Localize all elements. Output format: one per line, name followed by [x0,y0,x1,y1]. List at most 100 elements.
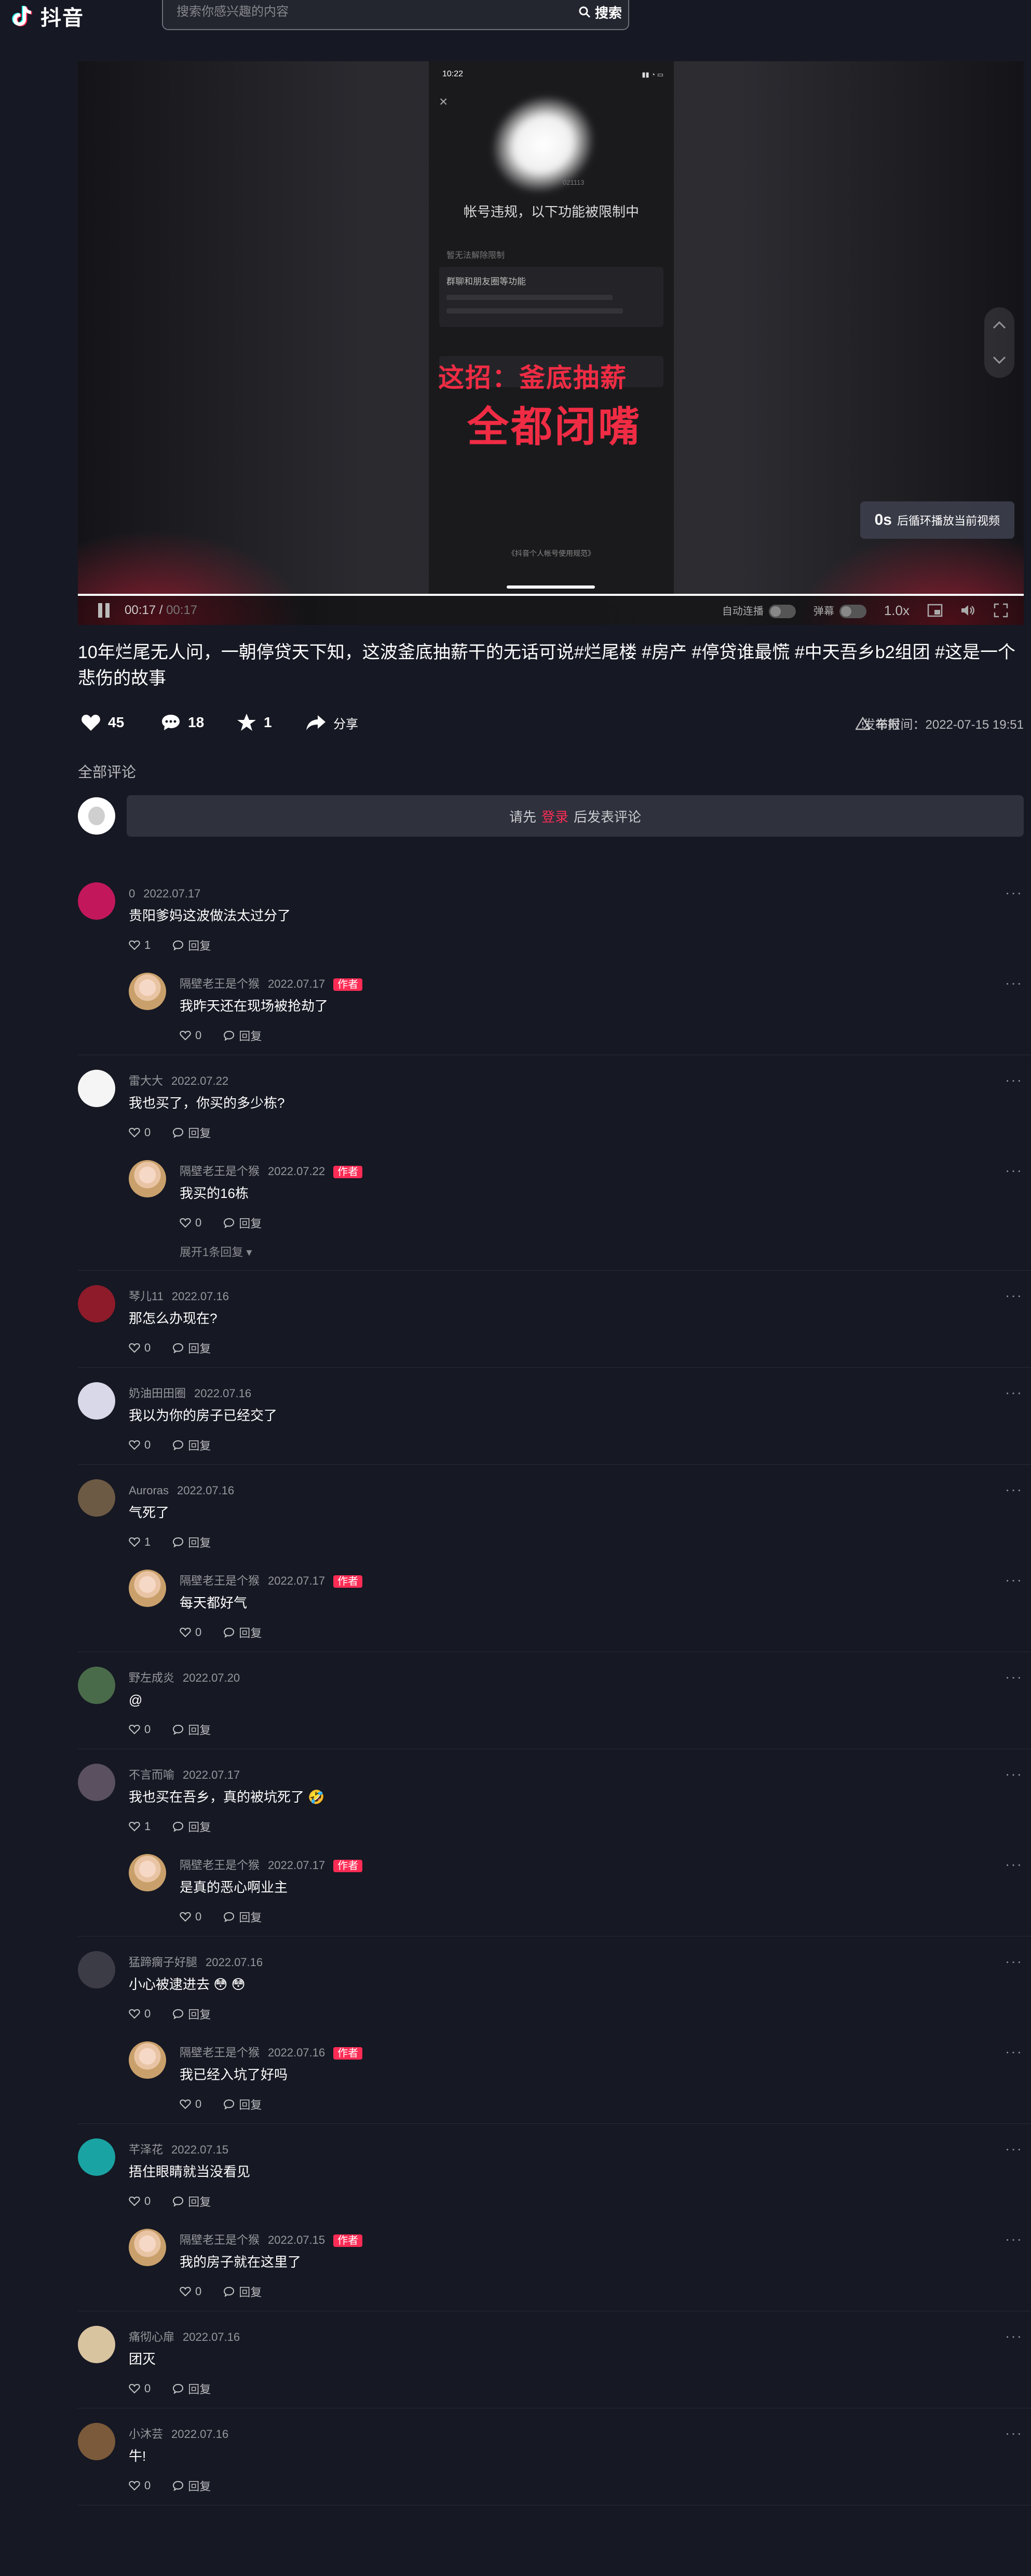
previous-video-button[interactable] [984,307,1014,343]
comment-like-button[interactable]: 0 [129,2479,151,2492]
more-options-icon[interactable]: ··· [1005,1669,1023,1685]
next-video-button[interactable] [984,343,1014,378]
username[interactable]: 隔壁老王是个猴 [180,1859,260,1872]
comment-reply-button[interactable]: 回复 [172,937,211,953]
user-avatar[interactable] [78,1285,115,1323]
comment-like-button[interactable]: 0 [129,2007,151,2021]
username[interactable]: 小沐芸 [129,2428,163,2441]
comment-reply-button[interactable]: 回复 [223,1027,262,1044]
comment-reply-button[interactable]: 回复 [172,1534,211,1550]
username[interactable]: 隔壁老王是个猴 [180,1574,260,1587]
author-avatar[interactable] [129,2041,166,2079]
comment-like-button[interactable]: 0 [129,2382,151,2395]
more-options-icon[interactable]: ··· [1005,2043,1023,2060]
comment-reply-button[interactable]: 回复 [172,1437,211,1453]
more-options-icon[interactable]: ··· [1005,1953,1023,1970]
danmaku-toggle[interactable]: 弹幕 [813,603,866,619]
comment-like-button[interactable]: 0 [129,1723,151,1736]
comment-like-button[interactable]: 0 [129,1438,151,1452]
username[interactable]: 猛蹄瘸子好腿 [129,1956,197,1969]
user-avatar[interactable] [78,1667,115,1704]
username[interactable]: 芊泽花 [129,2143,163,2156]
video-player[interactable]: 10:22 ▮▮ ◔ ▭ × 021113 帐号违规，以下功能被限制中 暂无法解… [78,61,1024,625]
user-avatar[interactable] [78,2326,115,2363]
comment-like-button[interactable]: 0 [180,1216,201,1230]
username[interactable]: 痛彻心扉 [129,2330,174,2343]
username[interactable]: Auroras [129,1484,169,1497]
like-button[interactable]: 45 [81,707,124,738]
comment-like-button[interactable]: 0 [129,1126,151,1139]
username[interactable]: 野左成炎 [129,1671,174,1684]
search-button[interactable]: 搜索 [578,0,622,24]
username[interactable]: 隔壁老王是个猴 [180,2046,260,2059]
comment-like-button[interactable]: 0 [129,1341,151,1355]
user-avatar[interactable] [78,1382,115,1420]
speed-button[interactable]: 1.0x [884,603,910,619]
more-options-icon[interactable]: ··· [1005,884,1023,901]
author-avatar[interactable] [129,973,166,1010]
douyin-logo[interactable]: 抖音 [9,1,84,31]
more-options-icon[interactable]: ··· [1005,2141,1023,2157]
comment-reply-button[interactable]: 回复 [172,2193,211,2210]
share-button[interactable]: 分享 [305,707,358,738]
volume-icon[interactable] [960,604,976,617]
comment-reply-button[interactable]: 回复 [223,1624,262,1641]
comment-like-button[interactable]: 0 [180,2097,201,2111]
more-options-icon[interactable]: ··· [1005,1287,1023,1304]
more-options-icon[interactable]: ··· [1005,1162,1023,1179]
comment-like-button[interactable]: 1 [129,1820,151,1833]
favorite-button[interactable]: 1 [237,707,272,738]
comment-input-prompt[interactable]: 请先 登录 后发表评论 [127,795,1024,837]
user-avatar[interactable] [78,2138,115,2176]
expand-replies-button[interactable]: 展开1条回复 ▾ [180,1243,1031,1260]
username[interactable]: 隔壁老王是个猴 [180,1165,260,1178]
user-avatar[interactable] [78,1479,115,1517]
comment-reply-button[interactable]: 回复 [172,1124,211,1141]
more-options-icon[interactable]: ··· [1005,975,1023,991]
more-options-icon[interactable]: ··· [1005,1384,1023,1401]
username[interactable]: 奶油田田圈 [129,1387,186,1400]
author-avatar[interactable] [129,1570,166,1607]
user-avatar[interactable] [78,882,115,920]
author-avatar[interactable] [129,1854,166,1891]
comment-reply-button[interactable]: 回复 [172,2006,211,2022]
autoplay-toggle[interactable]: 自动连播 [722,603,796,619]
more-options-icon[interactable]: ··· [1005,1572,1023,1588]
username[interactable]: 雷大大 [129,1074,163,1087]
comment-reply-button[interactable]: 回复 [172,1340,211,1356]
more-options-icon[interactable]: ··· [1005,2231,1023,2247]
comment-reply-button[interactable]: 回复 [223,1215,262,1231]
username[interactable]: 琴儿11 [129,1290,164,1303]
username[interactable]: 隔壁老王是个猴 [180,2233,260,2246]
comment-like-button[interactable]: 0 [180,1626,201,1639]
comment-reply-button[interactable]: 回复 [172,1818,211,1835]
fullscreen-icon[interactable] [994,603,1008,618]
comment-like-button[interactable]: 1 [129,938,151,952]
username[interactable]: 隔壁老王是个猴 [180,977,260,990]
comment-reply-button[interactable]: 回复 [172,1721,211,1738]
more-options-icon[interactable]: ··· [1005,1766,1023,1782]
more-options-icon[interactable]: ··· [1005,2328,1023,2345]
more-options-icon[interactable]: ··· [1005,1072,1023,1088]
comment-reply-button[interactable]: 回复 [223,2283,262,2300]
author-avatar[interactable] [129,1160,166,1197]
login-link[interactable]: 登录 [541,807,568,826]
user-avatar[interactable] [78,1764,115,1801]
comment-button[interactable]: 18 [161,707,204,738]
comment-like-button[interactable]: 0 [180,1910,201,1924]
user-avatar[interactable] [78,2423,115,2460]
user-avatar[interactable] [78,1070,115,1107]
comment-reply-button[interactable]: 回复 [223,2096,262,2112]
more-options-icon[interactable]: ··· [1005,1856,1023,1873]
picture-in-picture-icon[interactable] [927,604,943,617]
search-input[interactable] [177,0,530,24]
comment-reply-button[interactable]: 回复 [172,2477,211,2494]
pause-button[interactable] [97,602,111,619]
username[interactable]: 0 [129,887,135,900]
comment-reply-button[interactable]: 回复 [172,2380,211,2397]
comment-like-button[interactable]: 0 [180,2285,201,2298]
user-avatar[interactable] [78,1951,115,1988]
more-options-icon[interactable]: ··· [1005,2425,1023,2442]
more-options-icon[interactable]: ··· [1005,1481,1023,1498]
username[interactable]: 不言而喻 [129,1768,174,1781]
